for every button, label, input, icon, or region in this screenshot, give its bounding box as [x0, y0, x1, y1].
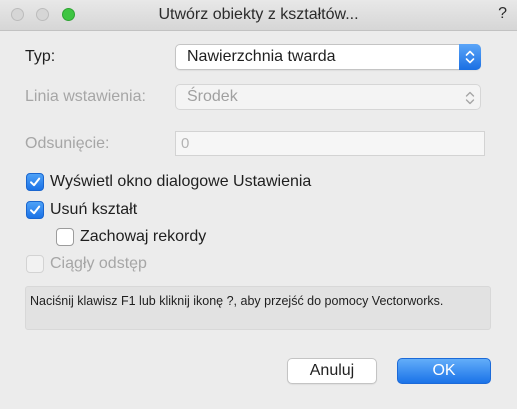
- type-label: Typ:: [25, 48, 56, 65]
- help-text-box: Naciśnij klawisz F1 lub kliknij ikonę ?,…: [25, 286, 491, 330]
- cancel-button[interactable]: Anuluj: [287, 358, 377, 384]
- insertion-line-value: Środek: [187, 88, 238, 105]
- continuous-spacing-label: Ciągły odstęp: [50, 255, 147, 272]
- window-title: Utwórz obiekty z kształtów...: [158, 6, 359, 23]
- ok-button[interactable]: OK: [397, 358, 491, 384]
- show-settings-label: Wyświetl okno dialogowe Ustawienia: [50, 173, 312, 190]
- type-popup-value: Nawierzchnia twarda: [187, 48, 336, 65]
- type-popup[interactable]: Nawierzchnia twarda: [175, 44, 481, 70]
- offset-label: Odsunięcie:: [25, 135, 110, 152]
- help-icon[interactable]: ?: [498, 5, 507, 23]
- insertion-line-label: Linia wstawienia:: [25, 88, 146, 105]
- continuous-spacing-checkbox: [26, 255, 44, 273]
- show-settings-option[interactable]: Wyświetl okno dialogowe Ustawienia: [26, 173, 311, 191]
- delete-shape-checkbox[interactable]: [26, 201, 44, 219]
- continuous-spacing-option: Ciągły odstęp: [26, 255, 147, 273]
- dialog-window: Utwórz obiekty z kształtów... ? Typ: Naw…: [0, 0, 517, 409]
- keep-records-checkbox[interactable]: [56, 228, 74, 246]
- delete-shape-option[interactable]: Usuń kształt: [26, 201, 137, 219]
- insertion-line-popup: Środek: [175, 84, 481, 110]
- keep-records-option[interactable]: Zachowaj rekordy: [56, 228, 206, 246]
- keep-records-label: Zachowaj rekordy: [80, 228, 207, 245]
- checkmark-icon: [30, 205, 41, 215]
- title-bar: Utwórz obiekty z kształtów... ?: [0, 0, 517, 31]
- popup-arrows-icon: [459, 44, 481, 70]
- checkmark-icon: [30, 177, 41, 187]
- offset-input: 0: [175, 131, 485, 156]
- show-settings-checkbox[interactable]: [26, 173, 44, 191]
- popup-arrows-icon: [459, 85, 479, 109]
- delete-shape-label: Usuń kształt: [50, 201, 138, 218]
